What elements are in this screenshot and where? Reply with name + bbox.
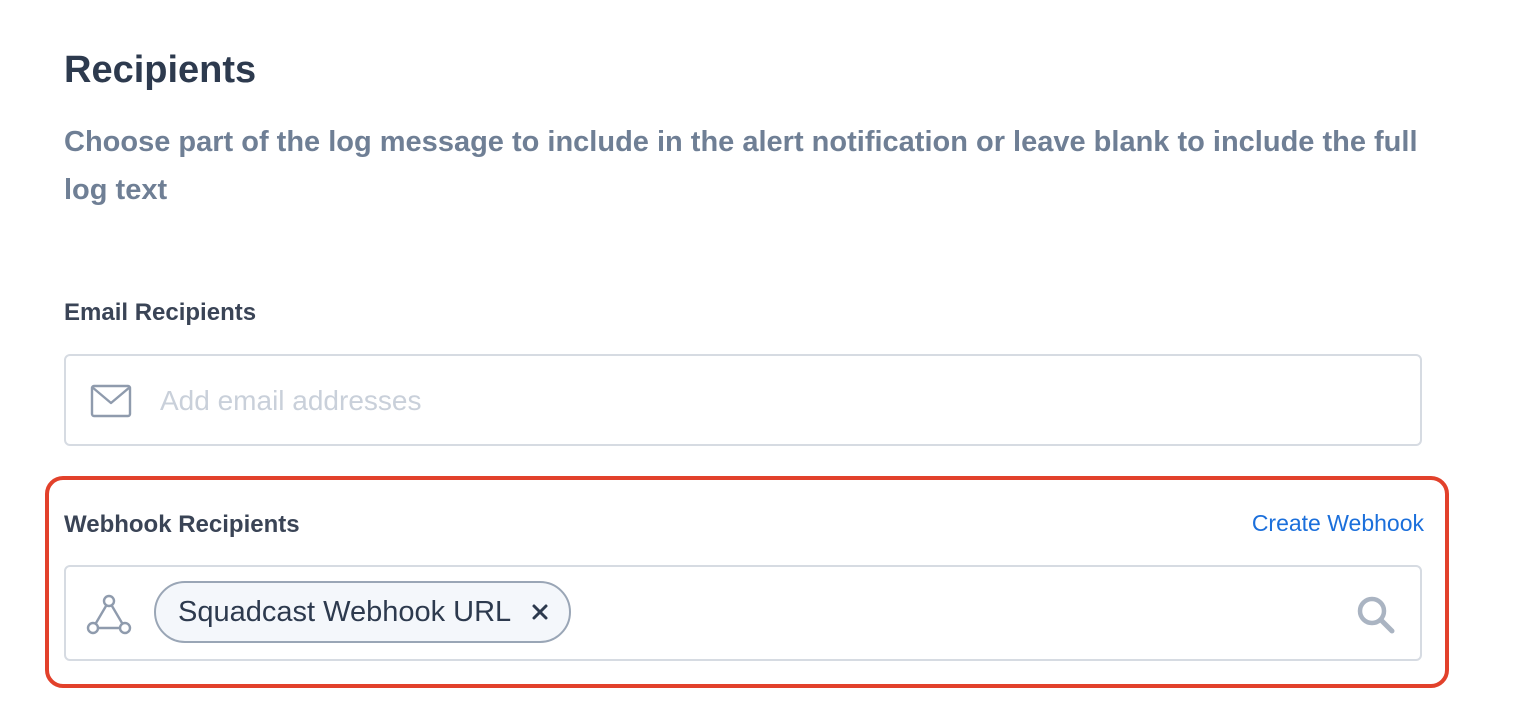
email-recipients-field[interactable] (64, 354, 1422, 446)
webhook-chip-label: Squadcast Webhook URL (178, 596, 512, 628)
section-description: Choose part of the log message to includ… (64, 126, 1418, 206)
recipients-page: Recipients Choose part of the log messag… (0, 0, 1518, 728)
section-title: Recipients (64, 49, 257, 91)
mail-icon (90, 384, 132, 418)
search-icon[interactable] (1356, 595, 1396, 635)
close-icon[interactable] (531, 603, 549, 621)
webhook-recipients-field[interactable]: Squadcast Webhook URL (64, 565, 1422, 661)
webhook-chip[interactable]: Squadcast Webhook URL (154, 581, 572, 643)
email-input[interactable] (158, 378, 1382, 424)
create-webhook-link[interactable]: Create Webhook (1252, 508, 1424, 538)
webhook-icon (86, 594, 132, 635)
email-recipients-label: Email Recipients (64, 299, 257, 326)
webhook-recipients-label: Webhook Recipients (64, 511, 300, 538)
